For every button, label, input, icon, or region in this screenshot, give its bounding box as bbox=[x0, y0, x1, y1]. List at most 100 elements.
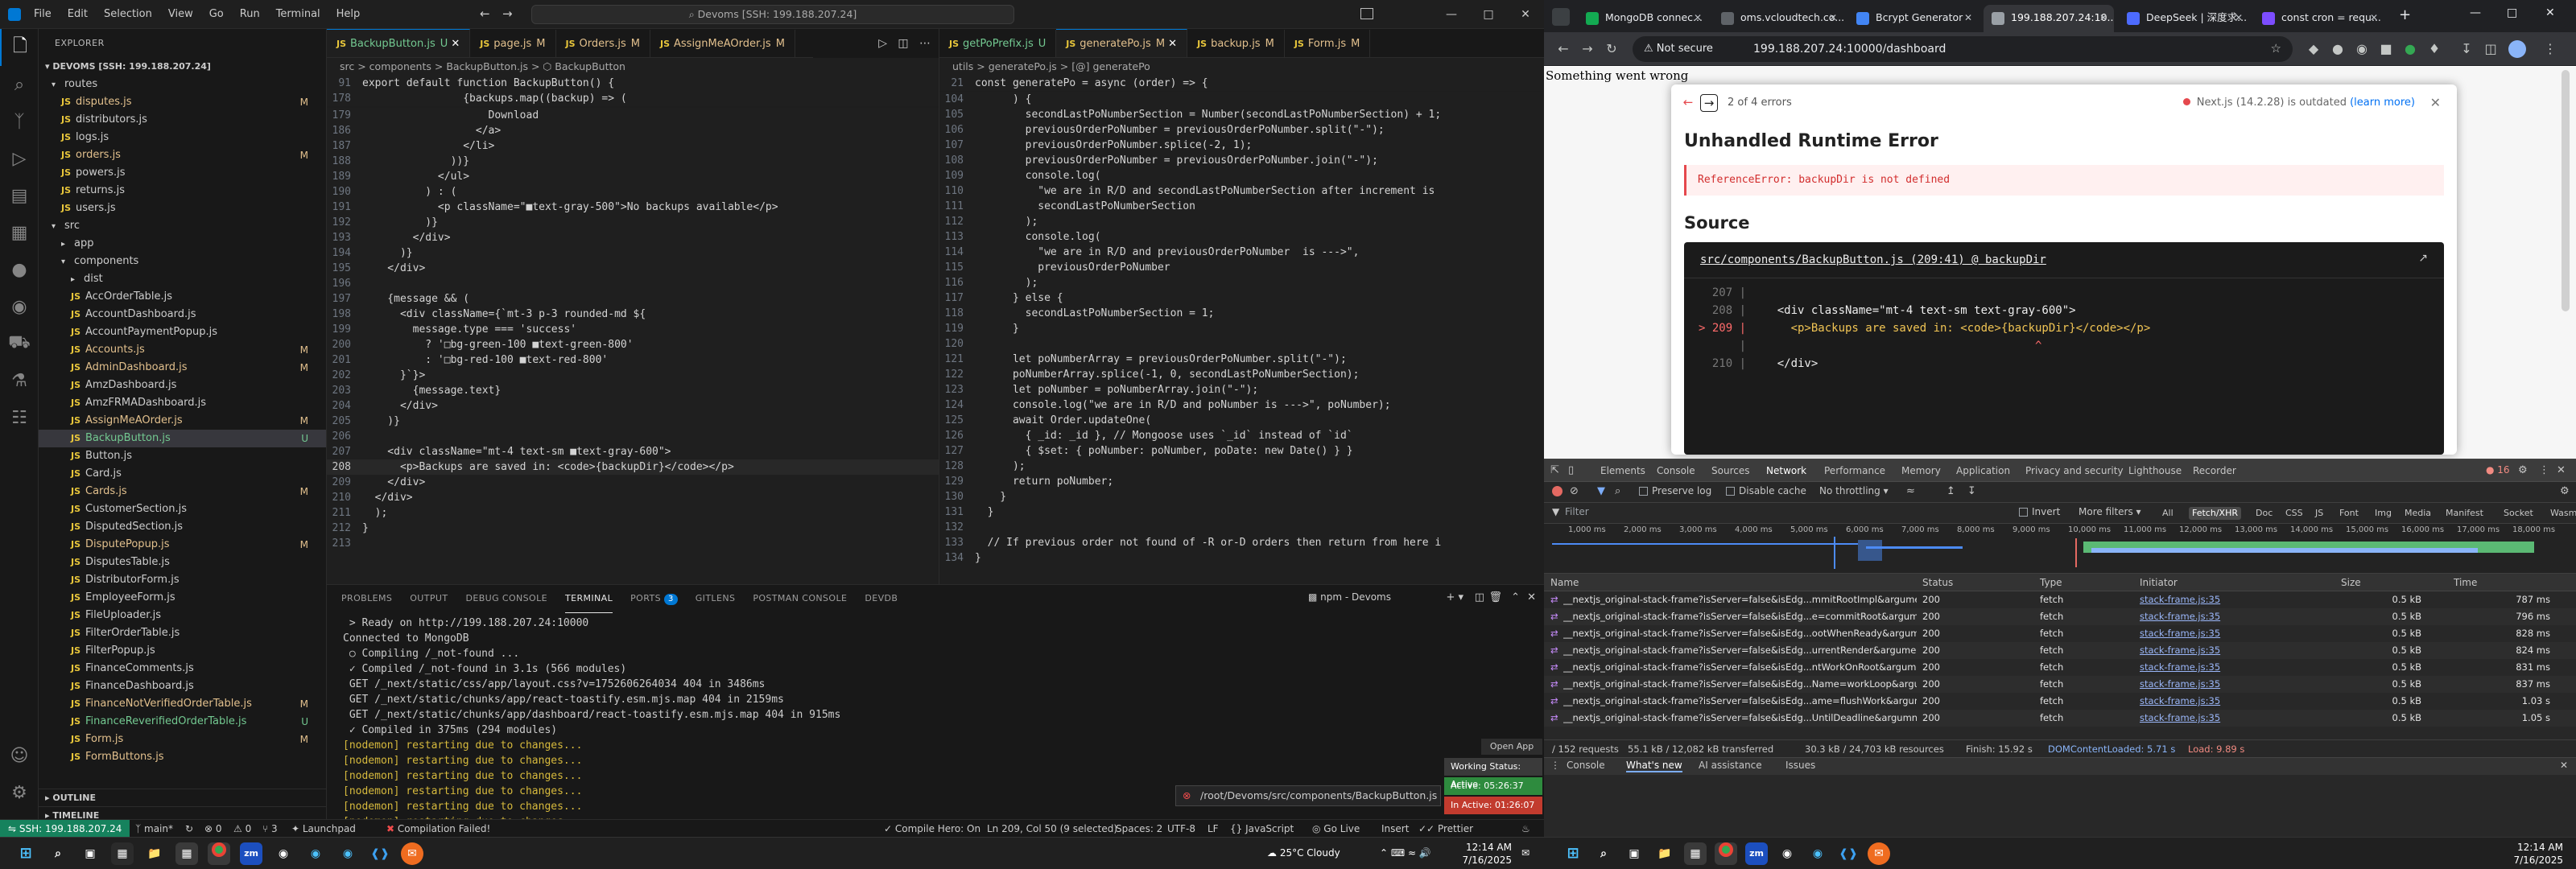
menu-item-run[interactable]: Run bbox=[232, 8, 268, 20]
more-filters-select[interactable]: More filters ▾ bbox=[2079, 506, 2141, 517]
file-item[interactable]: JS distributors.js bbox=[39, 111, 326, 129]
right-code-editor[interactable]: 104 ) {105 secondLastPoNumberSection = N… bbox=[939, 92, 1544, 584]
close-icon[interactable]: ✕ bbox=[1829, 5, 1837, 31]
windows-start-icon[interactable]: ⊞ bbox=[14, 842, 37, 865]
drawer-tab-ai-assistance[interactable]: AI assistance bbox=[1699, 760, 1762, 771]
forward-arrow-icon[interactable]: → bbox=[1578, 39, 1597, 59]
widgets-icon[interactable]: ▦ bbox=[111, 842, 134, 865]
prev-error-button[interactable]: ← bbox=[1679, 94, 1697, 112]
upload-icon[interactable]: ↥ bbox=[1946, 485, 1955, 497]
trash-icon[interactable]: 🗑 bbox=[1488, 591, 1502, 603]
drawer-tab-issues[interactable]: Issues bbox=[1785, 760, 1815, 771]
type-filter-js[interactable]: JS bbox=[2312, 507, 2326, 520]
compilation-status[interactable]: ✖ Compilation Failed! bbox=[386, 820, 490, 838]
file-explorer-icon[interactable]: 📁 bbox=[1653, 842, 1676, 865]
column-header-initiator[interactable]: Initiator bbox=[2140, 574, 2178, 591]
cursor-position[interactable]: Ln 209, Col 50 (9 selected) bbox=[987, 820, 1117, 838]
obs-icon[interactable]: ◉ bbox=[272, 842, 295, 865]
extension-icon[interactable]: ◆ bbox=[2304, 39, 2323, 59]
extension-icon[interactable]: ■ bbox=[2376, 39, 2396, 59]
menu-item-view[interactable]: View bbox=[160, 8, 201, 20]
settings-gear-icon[interactable]: ⚙ bbox=[0, 774, 39, 811]
url-text[interactable]: 199.188.207.24:10000/dashboard bbox=[1753, 36, 1946, 62]
open-external-icon[interactable]: ↗ bbox=[2418, 252, 2428, 265]
file-item[interactable]: JS BackupButton.js U bbox=[39, 430, 326, 447]
page-scrollbar[interactable] bbox=[2562, 70, 2570, 311]
filter-input[interactable]: Filter bbox=[1565, 506, 1774, 517]
file-item[interactable]: JS FileUploader.js bbox=[39, 607, 326, 624]
encoding[interactable]: UTF-8 bbox=[1167, 820, 1195, 838]
close-icon[interactable]: ✕ bbox=[1694, 5, 1702, 31]
type-filter-css[interactable]: CSS bbox=[2282, 507, 2306, 520]
panel-tab-gitlens[interactable]: GITLENS bbox=[696, 585, 736, 612]
browser-tab[interactable]: DeepSeek | 深度求... ✕ bbox=[2119, 5, 2249, 32]
outline-header[interactable]: ▸ OUTLINE bbox=[39, 789, 327, 806]
editor-tab[interactable]: JS generatePo.js M ✕ bbox=[1056, 29, 1188, 57]
column-header-status[interactable]: Status bbox=[1922, 574, 1953, 591]
left-code-editor[interactable]: 179 Download 186 </a> 187 </li> 188 ))} 189 … bbox=[327, 108, 939, 584]
file-item[interactable]: JS Form.js M bbox=[39, 731, 326, 748]
drawer-menu-icon[interactable]: ⋮ bbox=[1550, 760, 1560, 771]
new-terminal-button[interactable]: + ▾ bbox=[1446, 591, 1463, 603]
app-icon[interactable]: ◉ bbox=[336, 842, 359, 865]
cell-initiator[interactable]: stack-frame.js:35 bbox=[2140, 676, 2333, 693]
column-header-type[interactable]: Type bbox=[2040, 574, 2062, 591]
layout-toggle-icon[interactable] bbox=[1360, 8, 1373, 19]
indentation[interactable]: Spaces: 2 bbox=[1116, 820, 1162, 838]
download-icon[interactable]: ↧ bbox=[2457, 39, 2476, 59]
type-filter-socket[interactable]: Socket bbox=[2500, 507, 2537, 520]
close-panel-icon[interactable]: ✕ bbox=[1527, 591, 1536, 603]
file-item[interactable]: JS DistributorForm.js bbox=[39, 571, 326, 589]
close-icon[interactable]: ✕ bbox=[2370, 5, 2378, 31]
panel-tab-ports[interactable]: PORTS 3 bbox=[630, 585, 678, 612]
file-item[interactable]: JS FilterOrderTable.js bbox=[39, 624, 326, 642]
editor-tab[interactable]: JS backup.js M bbox=[1187, 30, 1285, 57]
browser-tab[interactable]: oms.vcloudtech.co... ✕ bbox=[1713, 5, 1843, 32]
postman-taskbar-icon[interactable]: ✉ bbox=[401, 842, 423, 865]
device-toolbar-icon[interactable]: ▯ bbox=[1568, 464, 1574, 476]
table-row[interactable]: ⇄ __nextjs_original-stack-frame?isServer=… bbox=[1544, 625, 2576, 642]
docker-icon[interactable]: ☷ bbox=[0, 399, 39, 436]
sticky-scroll-line[interactable]: 21 const generatePo = async (order) => { bbox=[939, 76, 1544, 91]
extension-icon[interactable]: ● bbox=[2328, 39, 2347, 59]
wifi-icon[interactable]: ≈ bbox=[1906, 485, 1915, 497]
cell-initiator[interactable]: stack-frame.js:35 bbox=[2140, 625, 2333, 642]
command-center[interactable]: ⌕ Devoms [SSH: 199.188.207.24] bbox=[531, 5, 1014, 24]
left-breadcrumb[interactable]: src > components > BackupButton.js > ⬡ B… bbox=[327, 58, 939, 76]
editor-tab[interactable]: JS Orders.js M bbox=[556, 30, 650, 57]
zoom-icon[interactable]: zm bbox=[1745, 842, 1768, 865]
extensions-icon[interactable]: ▦ bbox=[0, 214, 39, 251]
sidebar-icon[interactable]: ◫ bbox=[2481, 39, 2500, 59]
clock[interactable]: 12:14 AM 7/16/2025 bbox=[1459, 841, 1512, 867]
devtools-tab-privacy-and-security[interactable]: Privacy and security bbox=[2025, 459, 2124, 482]
inspect-element-icon[interactable]: ⇱ bbox=[1550, 464, 1559, 476]
source-file-link[interactable]: src/components/BackupButton.js (209:41) … bbox=[1700, 253, 2046, 266]
open-app-button[interactable]: Open App bbox=[1481, 739, 1542, 755]
clock[interactable]: 12:14 AM 7/16/2025 bbox=[2510, 841, 2563, 867]
file-item[interactable]: JS AccountPaymentPopup.js bbox=[39, 323, 326, 341]
file-item[interactable]: JS Card.js bbox=[39, 465, 326, 483]
file-item[interactable]: JS DisputesTable.js bbox=[39, 554, 326, 571]
browser-tab[interactable]: Bcrypt Generator ✕ bbox=[1848, 5, 1979, 32]
address-bar[interactable]: ⚠ Not secure 199.188.207.24:10000/dashbo… bbox=[1633, 36, 2293, 62]
account-icon[interactable]: ☺ bbox=[0, 737, 39, 774]
explorer-icon[interactable]: 🗋 bbox=[0, 29, 39, 66]
type-filter-manifest[interactable]: Manifest bbox=[2442, 507, 2487, 520]
workspace-root[interactable]: ▾ DEVOMS [SSH: 199.188.207.24] bbox=[39, 58, 326, 76]
type-filter-media[interactable]: Media bbox=[2401, 507, 2434, 520]
language-mode[interactable]: {} JavaScript bbox=[1230, 820, 1294, 838]
system-tray[interactable]: ⌃ ⌨ ≈ 🔊 bbox=[1380, 847, 1431, 859]
minimize-button[interactable]: — bbox=[2470, 6, 2481, 19]
terminal-selector[interactable]: ▩ npm - Devoms bbox=[1308, 591, 1391, 603]
cell-initiator[interactable]: stack-frame.js:35 bbox=[2140, 659, 2333, 676]
app-icon[interactable]: ◉ bbox=[304, 842, 327, 865]
panel-tab-output[interactable]: OUTPUT bbox=[410, 585, 448, 612]
devtools-tab-performance[interactable]: Performance bbox=[1824, 459, 1885, 482]
minimize-button[interactable]: — bbox=[1433, 0, 1470, 29]
search-icon[interactable]: ⌕ bbox=[47, 842, 69, 865]
menu-kebab-icon[interactable]: ⋮ bbox=[2541, 39, 2560, 59]
chrome-taskbar-icon[interactable] bbox=[208, 842, 230, 865]
editor-tab[interactable]: JS page.js M bbox=[470, 30, 556, 57]
panel-tab-terminal[interactable]: TERMINAL bbox=[565, 585, 613, 613]
remote-indicator[interactable]: ⇋ SSH: 199.188.207.24 bbox=[0, 820, 130, 838]
